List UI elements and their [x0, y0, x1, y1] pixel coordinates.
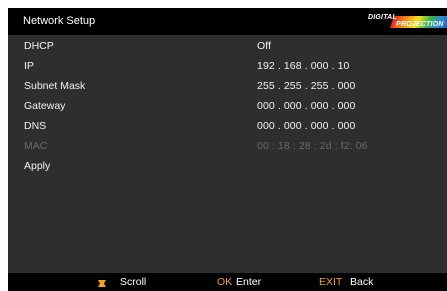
menu-item-subnet-mask[interactable]: Subnet Mask 255 . 255 . 255 . 000 — [8, 77, 447, 97]
menu-item-ip[interactable]: IP 192 . 168 . 000 . 10 — [8, 57, 447, 77]
settings-list: DHCP Off IP 192 . 168 . 000 . 10 Subnet … — [8, 37, 447, 177]
logo-text-bottom: PROJECTION — [396, 21, 444, 28]
menu-item-value: 192 . 168 . 000 . 10 — [257, 60, 350, 72]
apply-button[interactable]: Apply — [24, 160, 50, 172]
menu-item-dns[interactable]: DNS 000 . 000 . 000 . 000 — [8, 117, 447, 137]
brand-logo: DIGITAL PROJECTION — [368, 14, 447, 30]
menu-item-label: DHCP — [24, 40, 54, 52]
menu-item-label: Subnet Mask — [24, 80, 86, 92]
back-hint-label: Back — [350, 276, 374, 288]
menu-item-value: 000 . 000 . 000 . 000 — [257, 100, 356, 112]
scroll-up-icon — [98, 280, 106, 287]
enter-hint-label: Enter — [236, 276, 262, 288]
scroll-hint-label: Scroll — [120, 276, 147, 288]
osd-screen: Network Setup DIGITAL PROJECTION DHCP Of… — [8, 8, 447, 291]
menu-item-label: DNS — [24, 120, 47, 132]
menu-item-apply[interactable]: Apply — [8, 157, 447, 177]
exit-key-label: EXIT — [319, 276, 343, 288]
menu-item-value: 255 . 255 . 255 . 000 — [257, 80, 356, 92]
title-bar: Network Setup DIGITAL PROJECTION — [8, 8, 447, 35]
menu-item-value: Off — [257, 40, 272, 52]
menu-item-value: 00 : 18 : 28 : 2d : f2: 06 — [257, 140, 368, 152]
menu-item-label: Gateway — [24, 100, 66, 112]
menu-item-value: 000 . 000 . 000 . 000 — [257, 120, 356, 132]
page-title: Network Setup — [23, 15, 96, 27]
logo-text-top: DIGITAL — [368, 14, 397, 21]
menu-item-label: IP — [24, 60, 34, 72]
menu-item-mac: MAC 00 : 18 : 28 : 2d : f2: 06 — [8, 137, 447, 157]
menu-item-dhcp[interactable]: DHCP Off — [8, 37, 447, 57]
menu-item-label: MAC — [24, 140, 48, 152]
menu-item-gateway[interactable]: Gateway 000 . 000 . 000 . 000 — [8, 97, 447, 117]
ok-key-label: OK — [217, 276, 233, 288]
footer-hint-bar: Scroll OK Enter EXIT Back — [8, 273, 447, 291]
